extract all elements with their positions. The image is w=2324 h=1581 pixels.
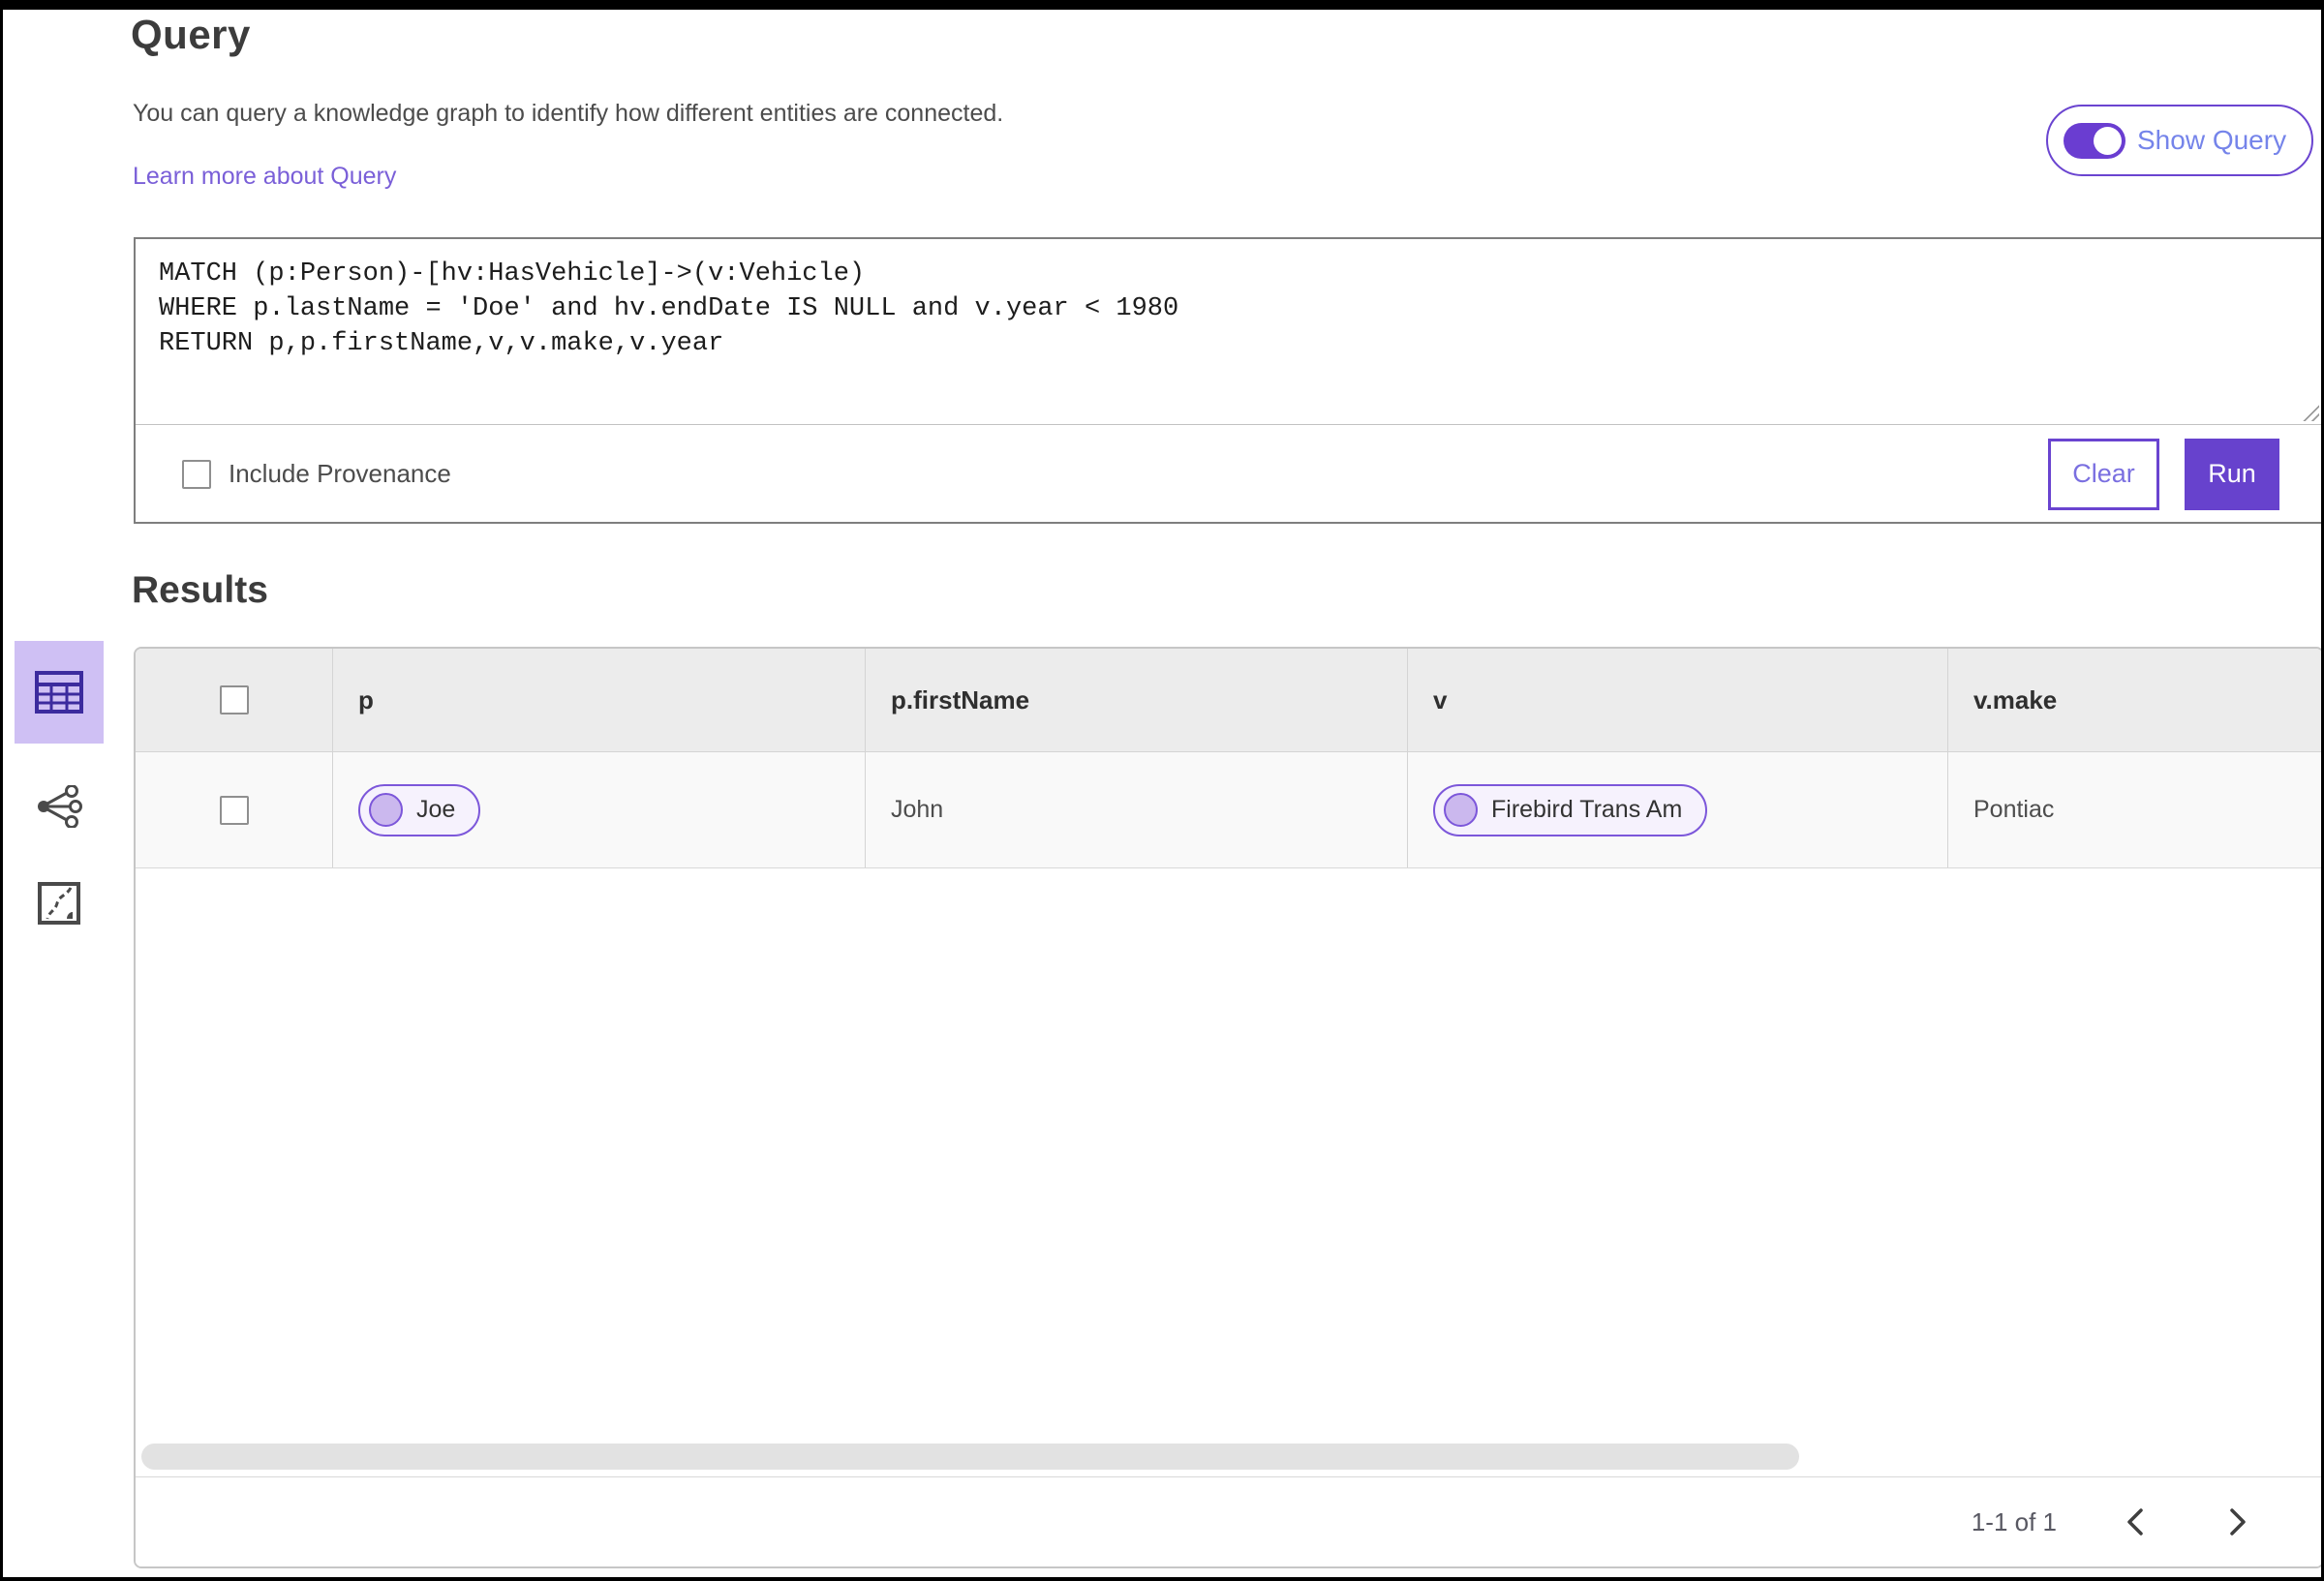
vehicle-entity-pill[interactable]: Firebird Trans Am bbox=[1433, 783, 1708, 836]
query-editor-panel: MATCH (p:Person)-[hv:HasVehicle]->(v:Veh… bbox=[134, 237, 2321, 524]
results-table: p p.firstName v v.make Joe John Firebird… bbox=[134, 647, 2321, 1568]
chevron-left-icon bbox=[2125, 1506, 2146, 1537]
row-select-cell bbox=[136, 752, 332, 867]
column-header-v-make[interactable]: v.make bbox=[1947, 649, 2321, 751]
chevron-right-icon bbox=[2227, 1506, 2248, 1537]
cell-v: Firebird Trans Am bbox=[1407, 752, 1947, 867]
entity-label: Joe bbox=[416, 796, 456, 823]
table-pagination-bar: 1-1 of 1 bbox=[136, 1476, 2321, 1566]
pagination-range-label: 1-1 of 1 bbox=[1971, 1506, 2057, 1536]
horizontal-scrollbar[interactable] bbox=[141, 1444, 1799, 1470]
cell-v-make: Pontiac bbox=[1947, 752, 2321, 867]
show-query-label: Show Query bbox=[2137, 125, 2287, 155]
row-checkbox[interactable] bbox=[219, 795, 249, 825]
column-header-label: p.firstName bbox=[891, 684, 1030, 714]
link-chart-view-button[interactable] bbox=[15, 773, 104, 840]
entity-label: Firebird Trans Am bbox=[1491, 796, 1683, 823]
map-view-button[interactable] bbox=[15, 869, 104, 937]
column-header-label: p bbox=[358, 684, 374, 714]
clear-button[interactable]: Clear bbox=[2048, 438, 2159, 510]
cell-p-firstname: John bbox=[865, 752, 1407, 867]
show-query-toggle[interactable]: Show Query bbox=[2046, 105, 2314, 176]
app-window: Query You can query a knowledge graph to… bbox=[0, 0, 2324, 1581]
results-view-rail bbox=[3, 641, 109, 937]
page-description: You can query a knowledge graph to ident… bbox=[133, 100, 1004, 127]
query-editor-footer: Include Provenance Clear Run bbox=[136, 425, 2321, 523]
entity-dot-icon bbox=[1444, 793, 1478, 827]
include-provenance-label: Include Provenance bbox=[229, 459, 451, 488]
next-page-button[interactable] bbox=[2214, 1498, 2262, 1546]
query-action-buttons: Clear Run bbox=[2048, 438, 2279, 510]
table-icon bbox=[35, 671, 83, 714]
column-header-label: v bbox=[1433, 684, 1448, 714]
column-header-p[interactable]: p bbox=[332, 649, 865, 751]
results-heading: Results bbox=[132, 569, 268, 611]
table-row[interactable]: Joe John Firebird Trans Am Pontiac bbox=[136, 752, 2321, 868]
table-header-row: p p.firstName v v.make bbox=[136, 649, 2321, 752]
run-button[interactable]: Run bbox=[2185, 438, 2279, 510]
person-entity-pill[interactable]: Joe bbox=[358, 783, 481, 836]
cell-text: Pontiac bbox=[1973, 796, 2055, 823]
toggle-on-icon[interactable] bbox=[2064, 122, 2125, 159]
entity-dot-icon bbox=[369, 793, 403, 827]
select-all-cell bbox=[136, 649, 332, 751]
cell-text: John bbox=[891, 796, 944, 823]
table-view-button[interactable] bbox=[15, 641, 104, 744]
cell-p: Joe bbox=[332, 752, 865, 867]
page-title: Query bbox=[131, 12, 251, 57]
column-header-v[interactable]: v bbox=[1407, 649, 1947, 751]
include-provenance-option[interactable]: Include Provenance bbox=[182, 459, 451, 489]
map-icon bbox=[38, 882, 80, 925]
toggle-knob bbox=[2094, 126, 2122, 155]
column-header-label: v.make bbox=[1973, 684, 2058, 714]
include-provenance-checkbox[interactable] bbox=[182, 459, 211, 489]
query-code-input[interactable]: MATCH (p:Person)-[hv:HasVehicle]->(v:Veh… bbox=[136, 239, 2321, 424]
query-code-area: MATCH (p:Person)-[hv:HasVehicle]->(v:Veh… bbox=[136, 239, 2321, 425]
learn-more-link[interactable]: Learn more about Query bbox=[133, 163, 396, 191]
column-header-p-firstname[interactable]: p.firstName bbox=[865, 649, 1407, 751]
previous-page-button[interactable] bbox=[2111, 1498, 2159, 1546]
select-all-checkbox[interactable] bbox=[219, 685, 249, 714]
link-chart-icon bbox=[36, 785, 82, 828]
